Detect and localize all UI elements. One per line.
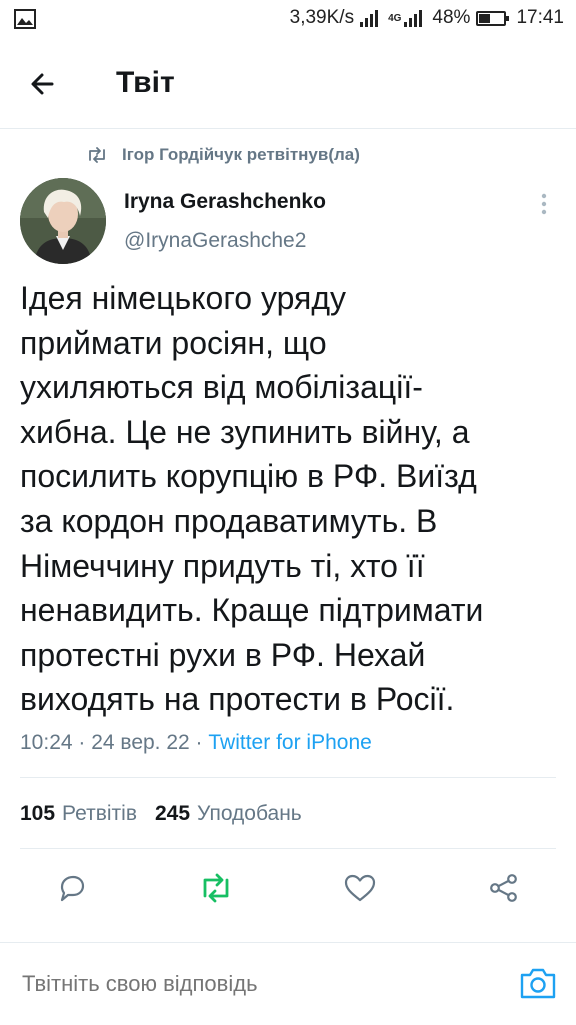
reply-input[interactable] <box>22 971 442 997</box>
status-bar: 3,39K/s 4G 48% 17:41 <box>0 0 576 40</box>
tweet-source-link[interactable]: Twitter for iPhone <box>208 731 371 754</box>
clock: 17:41 <box>516 7 564 28</box>
page-title: Твіт <box>116 66 175 99</box>
tweet-meta: 10:24 · 24 вер. 22 · Twitter for iPhone <box>20 731 372 755</box>
back-arrow-icon <box>31 73 54 95</box>
retweeted-by[interactable]: Ігор Гордійчук ретвітнув(ла) <box>86 145 360 165</box>
reply-icon <box>60 875 85 902</box>
tweet-text-line: Ідея німецького уряду <box>20 280 347 316</box>
author-handle[interactable]: @IrynaGerashche2 <box>124 229 306 253</box>
retweets-stat[interactable]: 105 Ретвітів <box>20 802 137 826</box>
tweet-stats: 105 Ретвітів 245 Уподобань <box>20 802 302 826</box>
like-button[interactable] <box>338 866 382 910</box>
back-button[interactable] <box>22 64 66 104</box>
retweet-button[interactable] <box>194 866 238 910</box>
more-options-button[interactable] <box>536 192 552 216</box>
tweet-text-line: приймати росіян, що <box>20 324 327 361</box>
retweet-icon <box>203 873 229 903</box>
avatar[interactable] <box>20 178 106 264</box>
reply-button[interactable] <box>50 866 94 910</box>
signal-icon-2 <box>404 10 423 27</box>
network-speed: 3,39K/s <box>289 7 355 28</box>
reply-bar <box>0 942 576 1025</box>
battery-icon <box>476 10 510 26</box>
camera-button[interactable] <box>518 963 558 1003</box>
tweet-text-line: ухиляються від мобілізації- <box>20 369 423 406</box>
tweet-text-line: за кордон продаватимуть. В <box>20 502 438 539</box>
retweets-label: Ретвітів <box>62 802 137 825</box>
likes-stat[interactable]: 245 Уподобань <box>155 802 302 826</box>
header: Твіт <box>0 40 576 129</box>
tweet-text-line: виходять на протести в Росії. <box>20 681 455 718</box>
retweets-count: 105 <box>20 802 56 825</box>
tweet-text-line: посилить корупцію в РФ. Виїзд <box>20 458 477 495</box>
author-name[interactable]: Iryna Gerashchenko <box>124 190 326 214</box>
share-button[interactable] <box>482 866 526 910</box>
tweet-timestamp: 10:24 · 24 вер. 22 · <box>20 731 203 754</box>
divider <box>20 777 556 778</box>
retweeted-by-label: Ігор Гордійчук ретвітнув(ла) <box>122 145 360 164</box>
divider <box>20 848 556 849</box>
avatar-photo <box>20 178 106 264</box>
tweet-text-line: Німеччину придуть ті, хто її <box>20 547 425 584</box>
gallery-notification-icon <box>14 9 36 29</box>
likes-label: Уподобань <box>197 802 302 825</box>
more-vertical-icon <box>541 193 547 215</box>
status-bar-right: 3,39K/s 4G 48% 17:41 <box>290 7 564 29</box>
likes-count: 245 <box>155 802 191 825</box>
battery-percent: 48% <box>432 7 471 28</box>
tweet-text-line: протестні рухи в РФ. Нехай <box>20 636 426 673</box>
like-icon <box>344 874 376 902</box>
network-type: 4G <box>388 12 402 24</box>
tweet-text-line: хибна. Це не зупинить війну, а <box>20 413 470 450</box>
share-icon <box>490 874 517 902</box>
signal-icon <box>360 10 379 27</box>
camera-icon <box>520 968 556 999</box>
retweet-small-icon <box>89 147 105 163</box>
tweet-text-line: ненавидить. Краще підтримати <box>20 592 484 629</box>
tweet-text: Ідея німецького уряду приймати росіян, щ… <box>20 276 568 722</box>
